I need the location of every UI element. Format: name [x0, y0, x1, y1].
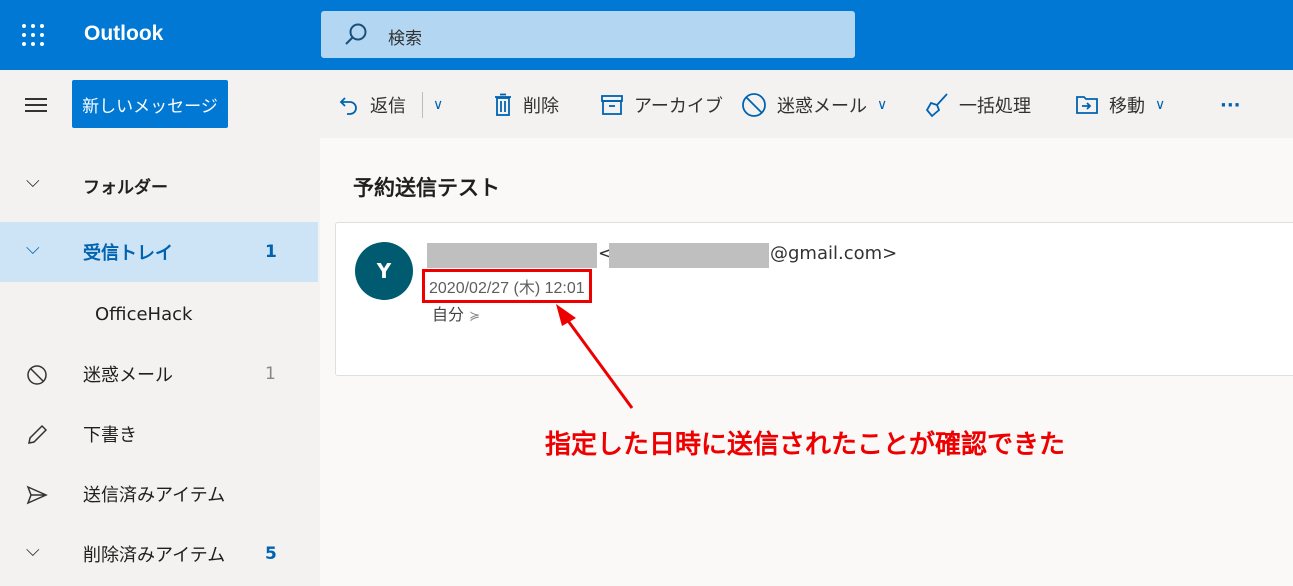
annotation-text: 指定した日時に送信されたことが確認できた	[545, 430, 1066, 460]
annotation-arrow	[556, 304, 634, 409]
